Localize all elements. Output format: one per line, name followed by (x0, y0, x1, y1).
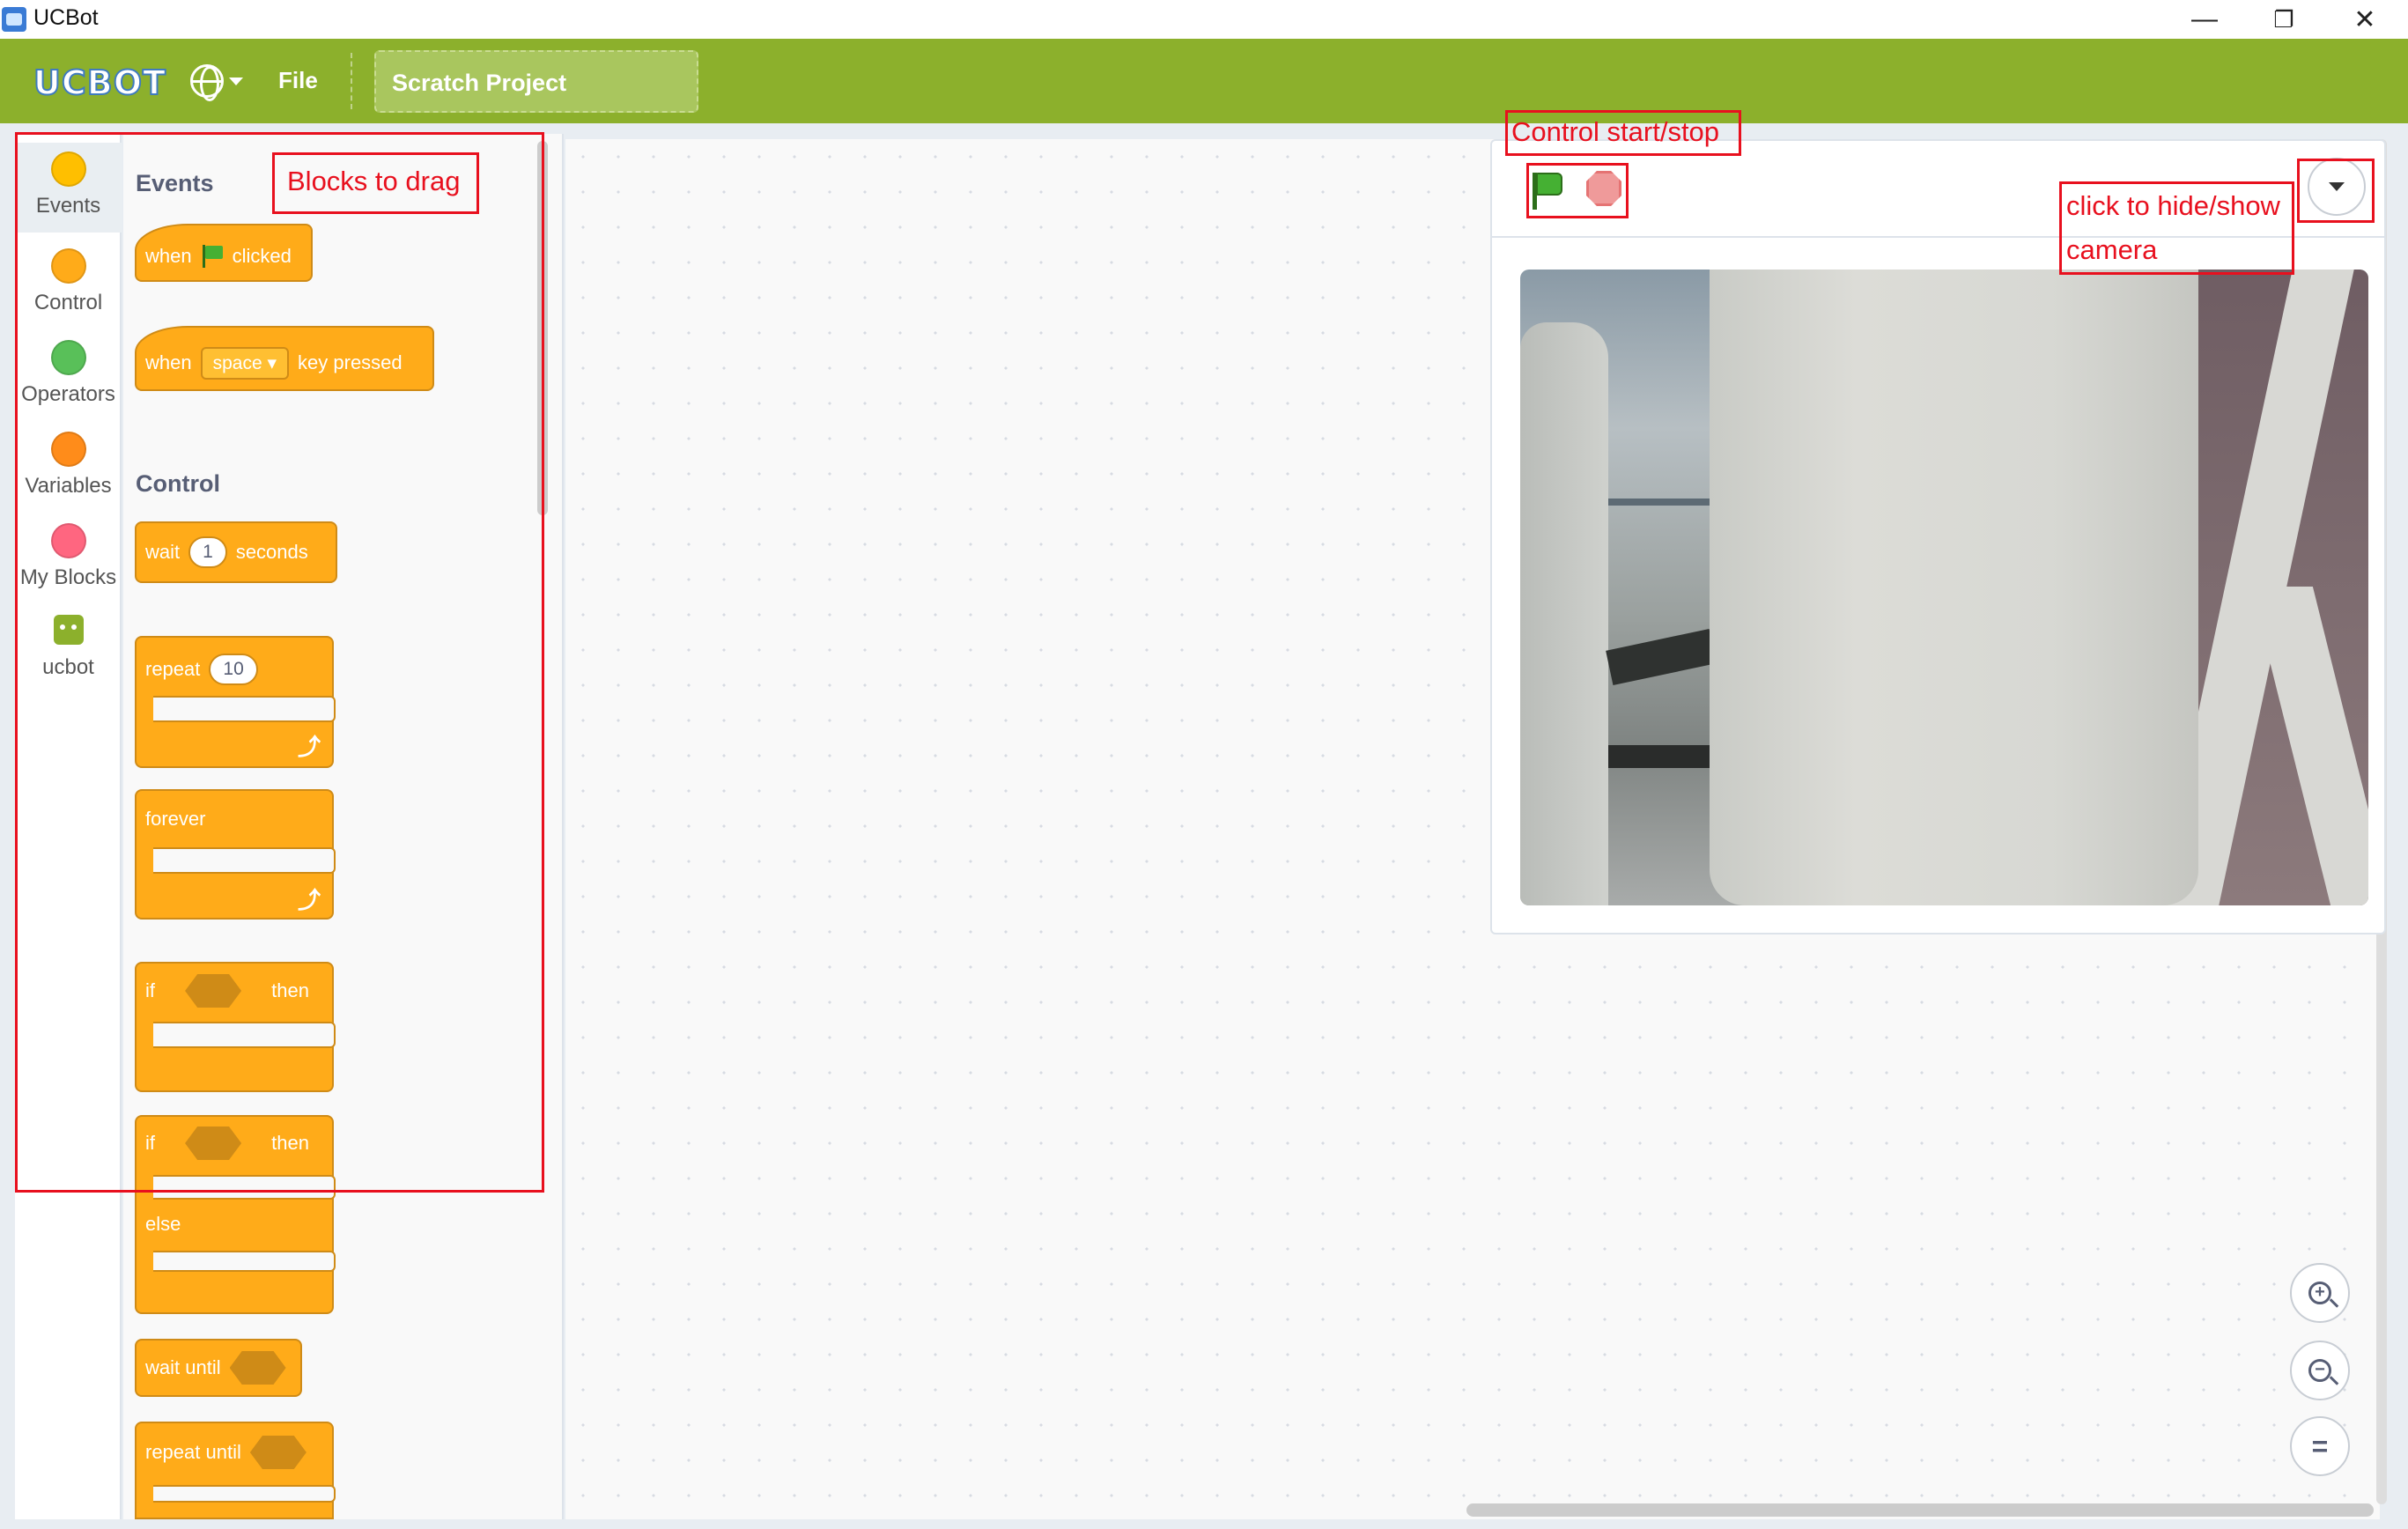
close-button[interactable]: ✕ (2325, 0, 2404, 39)
file-menu[interactable]: File (278, 67, 318, 94)
annotation-camera-line1: click to hide/show (2066, 190, 2280, 221)
block-slot (153, 1251, 336, 1272)
app-icon (2, 7, 26, 32)
ucbot-logo[interactable]: UCBOT (33, 63, 166, 103)
zoom-in-button[interactable]: + (2290, 1263, 2350, 1323)
block-text: wait until (145, 1356, 221, 1378)
block-repeat-until[interactable]: repeat until (135, 1422, 334, 1483)
caret-down-icon (229, 77, 243, 85)
annotation-box-palette (15, 132, 544, 1193)
condition-slot[interactable] (229, 1351, 286, 1385)
annotation-control-start-stop: Control start/stop (1511, 116, 1720, 147)
annotation-camera-line2: camera (2066, 234, 2158, 265)
project-title-input[interactable]: Scratch Project (374, 50, 698, 113)
menu-bar (0, 39, 2408, 123)
zoom-out-icon: − (2308, 1359, 2331, 1382)
minimize-button[interactable]: — (2165, 0, 2244, 39)
block-slot (153, 1485, 336, 1503)
annotation-box-control-buttons (1526, 163, 1629, 218)
annotation-box-camera-toggle (2297, 159, 2375, 223)
zoom-in-icon: + (2308, 1282, 2331, 1304)
zoom-reset-button[interactable]: = (2290, 1416, 2350, 1476)
condition-slot[interactable] (249, 1436, 307, 1469)
language-menu[interactable] (190, 62, 252, 101)
window-title: UCBot (33, 5, 99, 30)
restore-button[interactable]: ❐ (2244, 0, 2323, 39)
globe-icon (190, 64, 224, 101)
annotation-blocks-to-drag: Blocks to drag (287, 166, 461, 196)
zoom-out-button[interactable]: − (2290, 1341, 2350, 1400)
block-text: else (145, 1213, 181, 1235)
block-text: repeat until (145, 1441, 241, 1463)
window-titlebar: UCBot — ❐ ✕ (0, 0, 2408, 39)
camera-feed (1520, 270, 2368, 905)
canvas-horizontal-scrollbar[interactable] (1466, 1503, 2374, 1517)
menu-divider (351, 53, 352, 109)
block-wait-until[interactable]: wait until (135, 1339, 302, 1397)
